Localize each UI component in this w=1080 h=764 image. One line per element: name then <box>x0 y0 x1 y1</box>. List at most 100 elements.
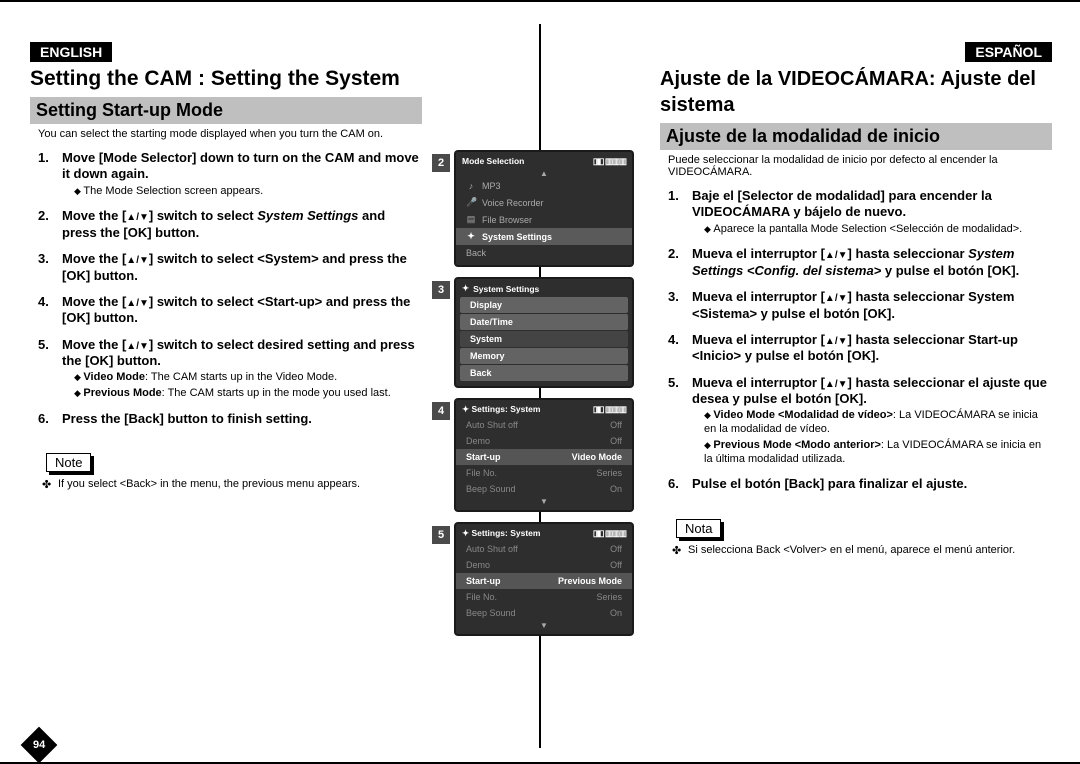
step6-english: Press the [Back] button to finish settin… <box>62 411 312 426</box>
up-down-icon: ▲/▼ <box>126 212 149 223</box>
screen3-memory: Memory <box>460 348 628 364</box>
title-english: Setting the CAM : Setting the System <box>30 64 422 94</box>
es-step2d: y pulse el botón [OK]. <box>881 263 1019 278</box>
gear-icon: ✦ <box>462 283 469 294</box>
up-down-icon: ▲/▼ <box>825 293 848 304</box>
es-step2a: Mueva el interruptor [ <box>692 246 825 261</box>
es-step3a: Mueva el interruptor [ <box>692 289 825 304</box>
up-down-icon: ▲/▼ <box>825 250 848 261</box>
step5a: Move the [ <box>62 337 126 352</box>
s5r5b: On <box>610 608 622 618</box>
s4r3b: Video Mode <box>572 452 622 462</box>
title-spanish: Ajuste de la VIDEOCÁMARA: Ajuste del sis… <box>660 64 1052 120</box>
s5r4b: Series <box>596 592 622 602</box>
screen2-item3: File Browser <box>482 215 532 225</box>
down-arrow-icon: ▼ <box>456 497 632 506</box>
step-number-icon: 4 <box>432 402 450 420</box>
step2b: ] switch to select <box>149 208 254 223</box>
gear-icon: ✦ <box>466 231 476 242</box>
s4r5a: Beep Sound <box>466 484 516 494</box>
s5r1a: Auto Shut off <box>466 544 518 554</box>
s5r3a: Start-up <box>466 576 501 586</box>
english-column: ENGLISH Setting the CAM : Setting the Sy… <box>6 12 446 762</box>
es-step5s2a: Previous Mode <Modo anterior> <box>713 439 880 451</box>
steps-spanish: Baje el [Selector de modalidad] para enc… <box>660 188 1052 493</box>
note-body-english: If you select <Back> in the menu, the pr… <box>30 478 422 490</box>
step1-sub-english: The Mode Selection screen appears. <box>74 185 263 197</box>
s4r1a: Auto Shut off <box>466 420 518 430</box>
intro-spanish: Puede seleccionar la modalidad de inicio… <box>668 154 1052 178</box>
card-icon: ▯◧ <box>593 528 604 538</box>
step2a: Move the [ <box>62 208 126 223</box>
note-body-spanish: Si selecciona Back <Volver> en el menú, … <box>660 544 1052 556</box>
s4r5b: On <box>610 484 622 494</box>
folder-icon: ▤ <box>466 214 476 225</box>
s4r1b: Off <box>610 420 622 430</box>
step5s1b: : The CAM starts up in the Video Mode. <box>145 371 337 383</box>
card-icon: ▯◧ <box>593 156 604 166</box>
steps-english: Move [Mode Selector] down to turn on the… <box>30 150 422 427</box>
step1-sub-spanish: Aparece la pantalla Mode Selection <Sele… <box>704 223 1022 235</box>
s4r4a: File No. <box>466 468 497 478</box>
lang-tag-english: ENGLISH <box>30 42 112 62</box>
step1-english: Move [Mode Selector] down to turn on the… <box>62 150 419 181</box>
s4r3a: Start-up <box>466 452 501 462</box>
screen2-item2: Voice Recorder <box>482 198 544 208</box>
up-down-icon: ▲/▼ <box>825 336 848 347</box>
up-arrow-icon: ▲ <box>456 169 632 178</box>
step-number-icon: 3 <box>432 281 450 299</box>
s5r3b: Previous Mode <box>558 576 622 586</box>
gear-icon: ✦ <box>462 404 469 414</box>
es-step4a: Mueva el interruptor [ <box>692 332 825 347</box>
es-step5a: Mueva el interruptor [ <box>692 375 825 390</box>
section-bar-spanish: Ajuste de la modalidad de inicio <box>660 123 1052 150</box>
gear-icon: ✦ <box>462 528 469 538</box>
screen2-title: Mode Selection <box>462 156 524 167</box>
down-arrow-icon: ▼ <box>456 621 632 630</box>
screen3-display: Display <box>460 297 628 313</box>
screenshot-3: 3 ✦System Settings Display Date/Time Sys… <box>456 279 636 386</box>
step4a: Move the [ <box>62 294 126 309</box>
step6-spanish: Pulse el botón [Back] para finalizar el … <box>692 476 967 491</box>
card-icon: ▯◧ <box>593 404 604 414</box>
step2-italic: System Settings <box>257 208 358 223</box>
intro-english: You can select the starting mode display… <box>38 128 422 140</box>
up-down-icon: ▲/▼ <box>126 341 149 352</box>
step5s1a: Video Mode <box>83 371 145 383</box>
battery-icon: ▥▥▥ <box>605 528 626 538</box>
s4r2a: Demo <box>466 436 490 446</box>
lang-tag-spanish: ESPAÑOL <box>965 42 1052 62</box>
up-down-icon: ▲/▼ <box>126 255 149 266</box>
note-label-spanish: Nota <box>676 519 721 538</box>
s5r1b: Off <box>610 544 622 554</box>
screen3-system: System <box>460 331 628 347</box>
screen2-selected: System Settings <box>482 232 552 242</box>
manual-page: ENGLISH Setting the CAM : Setting the Sy… <box>0 0 1080 764</box>
screen5-title: Settings: System <box>472 528 541 538</box>
es-step5s1a: Video Mode <Modalidad de vídeo> <box>713 409 893 421</box>
screen2-back: Back <box>456 245 632 261</box>
s4r4b: Series <box>596 468 622 478</box>
screenshot-4: 4 ✦ Settings: System▯◧ ▥▥▥ Auto Shut off… <box>456 400 636 510</box>
s5r4a: File No. <box>466 592 497 602</box>
s5r5a: Beep Sound <box>466 608 516 618</box>
step5s2a: Previous Mode <box>83 387 161 399</box>
s4r2b: Off <box>610 436 622 446</box>
battery-icon: ▥▥▥ <box>605 404 626 414</box>
screen3-back: Back <box>460 365 628 381</box>
page-number: 94 <box>33 739 45 751</box>
step3a: Move the [ <box>62 251 126 266</box>
screenshot-column: 2 Mode Selection▯◧ ▥▥▥ ▲ ♪MP3 🎤Voice Rec… <box>446 12 636 762</box>
step-number-icon: 2 <box>432 154 450 172</box>
es-step2b: ] hasta seleccionar <box>848 246 969 261</box>
step1-spanish: Baje el [Selector de modalidad] para enc… <box>692 188 992 219</box>
battery-icon: ▥▥▥ <box>605 156 626 166</box>
screenshot-5: 5 ✦ Settings: System▯◧ ▥▥▥ Auto Shut off… <box>456 524 636 634</box>
section-bar-english: Setting Start-up Mode <box>30 97 422 124</box>
s5r2b: Off <box>610 560 622 570</box>
s5r2a: Demo <box>466 560 490 570</box>
spanish-column: ESPAÑOL Ajuste de la VIDEOCÁMARA: Ajuste… <box>636 12 1076 762</box>
music-note-icon: ♪ <box>466 181 476 191</box>
mic-icon: 🎤 <box>466 197 476 208</box>
step5s2b: : The CAM starts up in the mode you used… <box>162 387 391 399</box>
